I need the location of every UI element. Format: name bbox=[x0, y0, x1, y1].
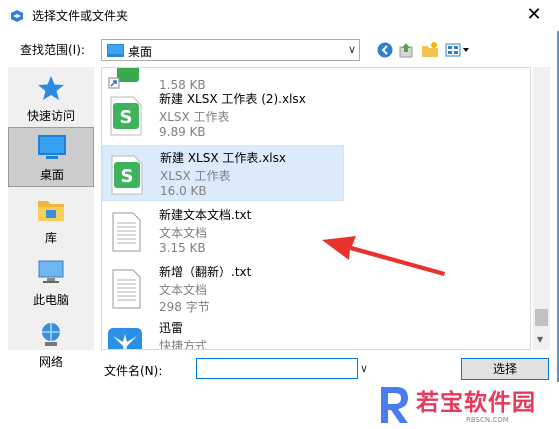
text-file-icon bbox=[112, 212, 141, 252]
file-item-selected[interactable]: S 新建 XLSX 工作表.xlsx XLSX 工作表 16.0 KB bbox=[102, 145, 344, 201]
library-icon bbox=[38, 201, 64, 221]
text-file-icon bbox=[112, 269, 141, 309]
app-cube-icon bbox=[11, 10, 23, 22]
place-label: 此电脑 bbox=[32, 293, 69, 307]
up-folder-icon bbox=[399, 43, 413, 58]
file-name: 新增（翻新）.txt bbox=[159, 265, 252, 279]
file-name: 新建 XLSX 工作表.xlsx bbox=[160, 151, 286, 165]
file-type: 文本文档 bbox=[159, 226, 208, 240]
new-folder-icon bbox=[422, 42, 438, 57]
file-type: XLSX 工作表 bbox=[159, 110, 230, 124]
vertical-scrollbar[interactable]: ▼ bbox=[533, 67, 550, 350]
watermark: 若宝软件园 RBSCN.COM bbox=[370, 382, 559, 429]
file-item[interactable]: 新建文本文档.txt 文本文档 3.15 KB bbox=[102, 203, 344, 259]
place-quick-access[interactable]: 快速访问 bbox=[8, 69, 94, 129]
xunlei-icon bbox=[108, 328, 142, 349]
view-menu-icon bbox=[445, 43, 469, 57]
scroll-down-arrow-icon[interactable]: ▼ bbox=[537, 335, 543, 344]
file-name: 迅雷 bbox=[159, 321, 184, 335]
svg-text:S: S bbox=[121, 166, 134, 187]
back-icon bbox=[377, 42, 393, 58]
file-size: 9.89 KB bbox=[159, 125, 206, 139]
file-item[interactable]: S 新建 XLSX 工作表 (2).xlsx XLSX 工作表 9.89 KB bbox=[102, 87, 344, 143]
star-icon bbox=[38, 76, 64, 100]
close-button[interactable]: ✕ bbox=[521, 2, 547, 28]
computer-icon bbox=[38, 260, 64, 283]
r-logo-icon bbox=[381, 387, 408, 423]
place-label: 桌面 bbox=[39, 168, 64, 182]
desktop-icon bbox=[38, 135, 66, 159]
file-name-label: 文件名(N): bbox=[104, 364, 163, 378]
xlsx-icon: S bbox=[111, 155, 143, 195]
xlsx-icon: S bbox=[110, 96, 142, 136]
new-folder-button[interactable] bbox=[420, 40, 440, 60]
scrollbar-thumb[interactable] bbox=[535, 309, 548, 326]
place-label: 库 bbox=[44, 231, 57, 245]
places-bar: 快速访问 桌面 库 此电脑 网络 bbox=[8, 67, 94, 369]
window-title: 选择文件或文件夹 bbox=[32, 9, 129, 23]
file-name: 新建 XLSX 工作表 (2).xlsx bbox=[159, 92, 306, 106]
title-bar: 选择文件或文件夹 ✕ bbox=[0, 0, 559, 31]
svg-text:S: S bbox=[120, 107, 133, 128]
place-library[interactable]: 库 bbox=[8, 191, 94, 251]
file-name-input[interactable] bbox=[196, 358, 358, 379]
file-item[interactable]: 新增（翻新）.txt 文本文档 298 字节 bbox=[102, 260, 344, 316]
file-type: 快捷方式 bbox=[159, 339, 208, 350]
place-label: 网络 bbox=[38, 355, 63, 369]
place-label: 快速访问 bbox=[26, 109, 75, 123]
place-this-pc[interactable]: 此电脑 bbox=[8, 253, 94, 313]
file-name: 新建文本文档.txt bbox=[159, 208, 252, 222]
view-menu-button[interactable] bbox=[444, 40, 472, 60]
file-item[interactable]: 迅雷 快捷方式 bbox=[102, 316, 344, 350]
up-folder-button[interactable] bbox=[397, 40, 417, 60]
file-size: 16.0 KB bbox=[160, 184, 207, 198]
watermark-text: 若宝软件园 bbox=[416, 390, 536, 416]
place-desktop[interactable]: 桌面 bbox=[8, 127, 94, 187]
place-network[interactable]: 网络 bbox=[8, 315, 94, 375]
file-type: 文本文档 bbox=[159, 283, 208, 297]
chevron-down-icon[interactable]: ∨ bbox=[348, 43, 356, 56]
file-list[interactable]: 1.58 KB S 新建 XLSX 工作表 (2).xlsx XLSX 工作表 … bbox=[101, 67, 531, 350]
select-button[interactable]: 选择 bbox=[461, 358, 549, 380]
look-in-combo[interactable]: 桌面 ∨ bbox=[101, 39, 360, 61]
look-in-value: 桌面 bbox=[128, 45, 153, 59]
network-icon bbox=[42, 323, 60, 346]
chevron-down-icon[interactable]: ∨ bbox=[360, 362, 368, 375]
watermark-subtext: RBSCN.COM bbox=[466, 416, 509, 424]
back-button[interactable] bbox=[375, 40, 395, 60]
look-in-label: 查找范围(I): bbox=[20, 43, 85, 57]
file-type: XLSX 工作表 bbox=[160, 169, 231, 183]
file-size: 3.15 KB bbox=[159, 241, 206, 255]
file-size: 298 字节 bbox=[159, 300, 210, 314]
desktop-folder-icon bbox=[107, 44, 124, 57]
